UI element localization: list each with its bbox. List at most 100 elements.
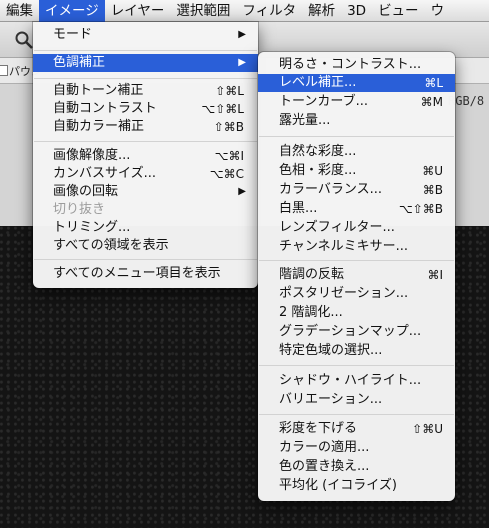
menu-separator xyxy=(34,78,257,79)
menu-item-label: 色調補正 xyxy=(53,55,106,70)
menu-item-invert[interactable]: 階調の反転 ⌘I xyxy=(258,266,455,284)
menu-item-reveal-all[interactable]: すべての領域を表示 xyxy=(33,237,258,255)
menu-item-threshold[interactable]: 2 階調化... xyxy=(258,304,455,322)
menu-item-auto-contrast[interactable]: 自動コントラスト ⌥⇧⌘L xyxy=(33,100,258,118)
menu-item-label: 平均化 (イコライズ) xyxy=(279,478,397,493)
menu-item-mode[interactable]: モード ▶ xyxy=(33,26,258,44)
shortcut-label: ⇧⌘B xyxy=(213,120,244,134)
menu-item-label: カンバスサイズ... xyxy=(53,166,157,181)
menu-item-image-rotation[interactable]: 画像の回転 ▶ xyxy=(33,183,258,201)
menu-item-crop: 切り抜き xyxy=(33,201,258,219)
submenu-arrow-icon: ▶ xyxy=(238,57,246,68)
menu-item-auto-color[interactable]: 自動カラー補正 ⇧⌘B xyxy=(33,118,258,136)
shortcut-label: ⇧⌘L xyxy=(215,84,244,98)
shortcut-label: ⌥⌘I xyxy=(214,149,244,163)
menu-item-label: 露光量... xyxy=(279,113,331,128)
menu-item-label: 色相・彩度... xyxy=(279,163,357,178)
menu-item-trim[interactable]: トリミング... xyxy=(33,219,258,237)
menu-item-label: 2 階調化... xyxy=(279,305,343,320)
menu-separator xyxy=(259,260,454,261)
menu-item-channel-mixer[interactable]: チャンネルミキサー... xyxy=(258,238,455,256)
zoom-icon[interactable] xyxy=(14,30,34,50)
menu-separator xyxy=(259,414,454,415)
option-checkbox[interactable] xyxy=(0,65,8,76)
menu-item-black-white[interactable]: 白黒... ⌥⇧⌘B xyxy=(258,200,455,218)
menu-item-match-color[interactable]: カラーの適用... xyxy=(258,439,455,457)
menu-item-brightness-contrast[interactable]: 明るさ・コントラスト... xyxy=(258,56,455,74)
menu-item-show-all-menu-items[interactable]: すべてのメニュー項目を表示 xyxy=(33,265,258,283)
menu-item-label: 特定色域の選択... xyxy=(279,343,383,358)
menu-separator xyxy=(34,259,257,260)
menu-item-label: トリミング... xyxy=(53,220,131,235)
menu-item-vibrance[interactable]: 自然な彩度... xyxy=(258,143,455,161)
shortcut-label: ⌥⇧⌘B xyxy=(398,202,443,216)
menu-3d[interactable]: 3D xyxy=(341,0,372,22)
menu-separator xyxy=(259,365,454,366)
menu-item-shadows-highlights[interactable]: シャドウ・ハイライト... xyxy=(258,372,455,390)
menu-item-label: レンズフィルター... xyxy=(279,220,395,235)
shortcut-label: ⌘M xyxy=(420,95,443,109)
menu-item-canvas-size[interactable]: カンバスサイズ... ⌥⌘C xyxy=(33,165,258,183)
adjustments-submenu: 明るさ・コントラスト... レベル補正... ⌘L トーンカーブ... ⌘M 露… xyxy=(258,52,455,501)
menu-item-label: 明るさ・コントラスト... xyxy=(279,57,422,72)
menu-item-label: ポスタリゼーション... xyxy=(279,286,409,301)
submenu-arrow-icon: ▶ xyxy=(238,186,246,197)
menu-bar: 編集 イメージ レイヤー 選択範囲 フィルタ 解析 3D ビュー ウ xyxy=(0,0,489,22)
menu-item-curves[interactable]: トーンカーブ... ⌘M xyxy=(258,93,455,111)
menu-item-label: 階調の反転 xyxy=(279,267,345,282)
menu-item-label: バリエーション... xyxy=(279,392,383,407)
image-menu: モード ▶ 色調補正 ▶ 自動トーン補正 ⇧⌘L 自動コントラスト ⌥⇧⌘L 自… xyxy=(33,22,258,288)
menu-item-equalize[interactable]: 平均化 (イコライズ) xyxy=(258,477,455,495)
menu-item-color-balance[interactable]: カラーバランス... ⌘B xyxy=(258,181,455,199)
menu-item-label: すべての領域を表示 xyxy=(53,238,169,253)
menu-item-hue-saturation[interactable]: 色相・彩度... ⌘U xyxy=(258,162,455,180)
menu-image[interactable]: イメージ xyxy=(39,0,105,22)
menu-item-image-size[interactable]: 画像解像度... ⌥⌘I xyxy=(33,147,258,165)
menu-item-label: レベル補正... xyxy=(279,75,357,90)
menu-filter[interactable]: フィルタ xyxy=(236,0,302,22)
shortcut-label: ⌘U xyxy=(422,164,443,178)
shortcut-label: ⇧⌘U xyxy=(412,422,443,436)
menu-item-label: モード xyxy=(53,27,93,42)
menu-item-label: 自動カラー補正 xyxy=(53,119,145,134)
menu-item-label: トーンカーブ... xyxy=(279,94,368,109)
menu-item-label: 色の置き換え... xyxy=(279,459,370,474)
shortcut-label: ⌥⇧⌘L xyxy=(201,102,244,116)
menu-separator xyxy=(34,141,257,142)
menu-window[interactable]: ウ xyxy=(425,0,451,22)
shortcut-label: ⌘B xyxy=(422,183,443,197)
shortcut-label: ⌥⌘C xyxy=(209,167,244,181)
menu-item-label: すべてのメニュー項目を表示 xyxy=(53,266,221,281)
menu-item-desaturate[interactable]: 彩度を下げる ⇧⌘U xyxy=(258,420,455,438)
menu-item-variations[interactable]: バリエーション... xyxy=(258,391,455,409)
menu-item-label: 彩度を下げる xyxy=(279,421,358,436)
menu-item-exposure[interactable]: 露光量... xyxy=(258,112,455,130)
menu-select[interactable]: 選択範囲 xyxy=(170,0,236,22)
menu-analysis[interactable]: 解析 xyxy=(302,0,341,22)
menu-item-adjustments[interactable]: 色調補正 ▶ xyxy=(33,54,258,72)
menu-item-levels[interactable]: レベル補正... ⌘L xyxy=(258,74,455,92)
menu-item-label: カラーの適用... xyxy=(279,440,370,455)
menu-item-label: 自動トーン補正 xyxy=(53,83,144,98)
menu-item-label: 自動コントラスト xyxy=(53,101,157,116)
menu-item-photo-filter[interactable]: レンズフィルター... xyxy=(258,219,455,237)
shortcut-label: ⌘L xyxy=(424,76,443,90)
menu-item-selective-color[interactable]: 特定色域の選択... xyxy=(258,342,455,360)
menu-separator xyxy=(34,50,257,51)
menu-layer[interactable]: レイヤー xyxy=(105,0,171,22)
menu-item-auto-tone[interactable]: 自動トーン補正 ⇧⌘L xyxy=(33,82,258,100)
shortcut-label: ⌘I xyxy=(427,268,443,282)
menu-item-posterize[interactable]: ポスタリゼーション... xyxy=(258,285,455,303)
menu-view[interactable]: ビュー xyxy=(372,0,425,22)
menu-item-label: チャンネルミキサー... xyxy=(279,239,409,254)
menu-edit[interactable]: 編集 xyxy=(0,0,39,22)
menu-item-label: 白黒... xyxy=(279,201,318,216)
menu-item-label: カラーバランス... xyxy=(279,182,383,197)
menu-item-gradient-map[interactable]: グラデーションマップ... xyxy=(258,323,455,341)
menu-item-label: グラデーションマップ... xyxy=(279,324,422,339)
menu-item-replace-color[interactable]: 色の置き換え... xyxy=(258,458,455,476)
menu-item-label: 画像解像度... xyxy=(53,148,131,163)
menu-item-label: 画像の回転 xyxy=(53,184,119,199)
menu-item-label: シャドウ・ハイライト... xyxy=(279,373,422,388)
submenu-arrow-icon: ▶ xyxy=(238,29,246,40)
